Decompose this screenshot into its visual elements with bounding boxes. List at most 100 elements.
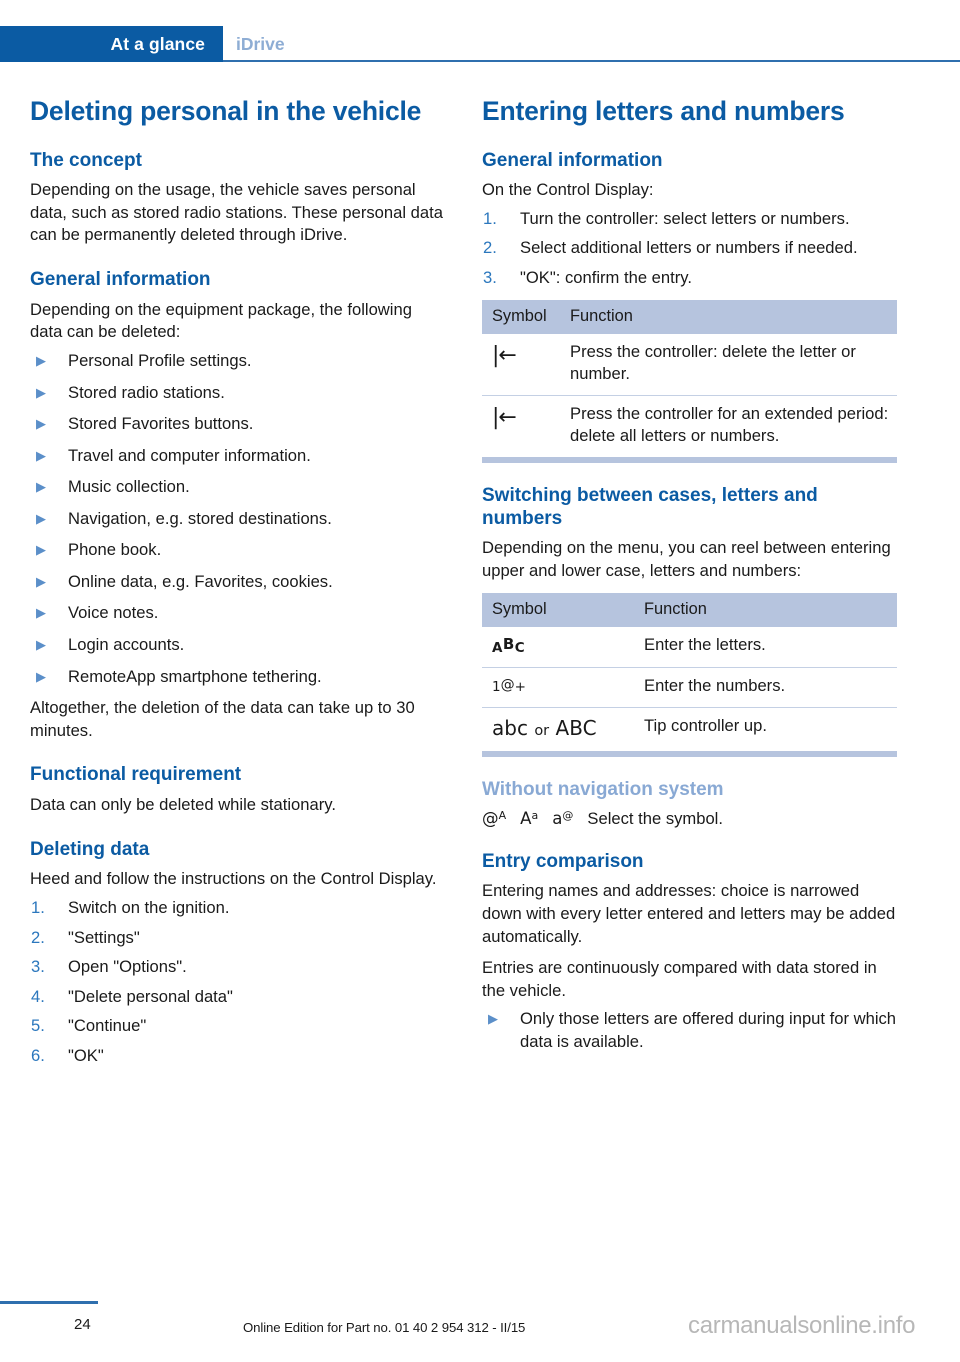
step-label: Switch on the ignition.: [68, 897, 230, 917]
step-number: 5.: [31, 1016, 45, 1036]
triangle-bullet-icon: ▶: [36, 447, 46, 463]
heading-general-information: General information: [30, 269, 211, 291]
table-row: abc or ABC Tip controller up.: [482, 706, 897, 751]
step-number: 6.: [31, 1045, 45, 1065]
list-item-label: Personal Profile settings.: [68, 350, 252, 370]
list-item-label: Phone book.: [68, 540, 162, 560]
symbol-function-table-cases: Symbol Function ABC Enter the letters. 1…: [482, 592, 897, 757]
list-item: ▶ Online data, e.g. Favorites, cookies.: [30, 571, 445, 594]
entering-steps: 1. Turn the controller: select letters or…: [482, 208, 897, 290]
left-column: Deleting personal in the vehicle The con…: [30, 96, 445, 1074]
tab-idrive[interactable]: iDrive: [236, 26, 285, 62]
list-item-label: Stored radio stations.: [68, 382, 225, 402]
triangle-bullet-icon: ▶: [488, 1011, 498, 1027]
list-item-label: RemoteApp smartphone tethering.: [68, 666, 322, 686]
table-footer-rule: [482, 750, 897, 757]
list-item-label: Music collection.: [68, 477, 190, 497]
deleting-data-steps: 1. Switch on the ignition. 2. "Settings" 3…: [30, 897, 445, 1067]
list-item-label: Only those letters are offered during in…: [520, 1009, 897, 1051]
numbers-symbols-icon: 1@+: [482, 667, 634, 708]
list-item: 6. "OK": [30, 1045, 445, 1068]
paragraph-control-display: On the Control Display:: [482, 180, 654, 200]
triangle-bullet-icon: ▶: [36, 668, 46, 684]
backspace-icon: |←: [482, 394, 560, 457]
list-item: ▶ Only those letters are offered during i…: [482, 1008, 897, 1053]
step-label: Turn the controller: select letters or n…: [520, 208, 850, 228]
list-item: 1. Turn the controller: select letters or…: [482, 208, 897, 231]
paragraph-entry-comparison-1: Entering names and addresses: choice is …: [482, 881, 896, 946]
footer-note: Online Edition for Part no. 01 40 2 954 …: [243, 1320, 526, 1335]
page-title-left: Deleting personal in the vehicle: [30, 96, 422, 126]
step-number: 1.: [31, 897, 45, 917]
triangle-bullet-icon: ▶: [36, 542, 46, 558]
list-item: 3. "OK": confirm the entry.: [482, 267, 897, 290]
list-item: ▶ Stored Favorites buttons.: [30, 413, 445, 436]
step-label: Open "Options".: [68, 957, 187, 977]
triangle-bullet-icon: ▶: [36, 479, 46, 495]
step-number: 1.: [483, 208, 497, 228]
header-tabbar: At a glance iDrive: [0, 26, 960, 62]
list-item: 2. "Settings": [30, 927, 445, 950]
step-number: 3.: [483, 268, 497, 288]
list-item: ▶ Navigation, e.g. stored destinations.: [30, 508, 445, 531]
table-row: ABC Enter the letters.: [482, 627, 897, 668]
tab-at-a-glance[interactable]: At a glance: [0, 26, 223, 62]
case-toggle-icon: abc or ABC: [482, 706, 634, 751]
list-item: 4. "Delete personal data": [30, 986, 445, 1009]
list-item-label: Voice notes.: [68, 603, 159, 623]
table-row: 1@+ Enter the numbers.: [482, 667, 897, 708]
table-row: |← Press the controller for an extended …: [482, 394, 897, 457]
page-number: 24: [74, 1316, 91, 1333]
paragraph-the-concept: Depending on the usage, the vehicle save…: [30, 180, 443, 245]
without-nav-label: Select the symbol.: [587, 808, 723, 828]
page-title-right: Entering letters and numbers: [482, 96, 845, 126]
list-item: 2. Select additional letters or numbers i…: [482, 237, 897, 260]
paragraph-deleting-data-intro: Heed and follow the instructions on the …: [30, 869, 437, 889]
heading-deleting-data: Deleting data: [30, 838, 150, 860]
list-item: 5. "Continue": [30, 1015, 445, 1038]
list-item: ▶ Login accounts.: [30, 634, 445, 657]
step-label: "Settings": [68, 927, 140, 947]
step-label: "OK": confirm the entry.: [520, 268, 692, 288]
column-header-function: Function: [634, 592, 897, 627]
table-row: |← Press the controller: delete the lett…: [482, 334, 897, 396]
without-nav-symbol-row: @A Aa a@ Select the symbol.: [482, 809, 897, 829]
triangle-bullet-icon: ▶: [36, 573, 46, 589]
triangle-bullet-icon: ▶: [36, 637, 46, 652]
step-label: "Delete personal data": [68, 986, 233, 1006]
at-uppercase-icon: @A: [482, 808, 507, 828]
list-item: ▶ Phone book.: [30, 539, 445, 562]
footer-rule: [0, 1301, 98, 1304]
table-cell-function: Tip controller up.: [634, 706, 897, 751]
paragraph-functional-requirement: Data can only be deleted while stationar…: [30, 795, 336, 815]
step-label: "OK": [68, 1045, 104, 1065]
uppercase-lowercase-icon: Aa: [520, 808, 539, 828]
step-number: 2.: [31, 927, 45, 947]
paragraph-switching-intro: Depending on the menu, you can reel betw…: [482, 538, 891, 580]
step-label: Select additional letters or numbers if …: [520, 238, 858, 258]
header-divider: [223, 60, 960, 62]
backspace-icon: |←: [492, 342, 517, 368]
list-item-label: Navigation, e.g. stored destinations.: [68, 508, 332, 528]
list-item: 3. Open "Options".: [30, 956, 445, 979]
triangle-bullet-icon: ▶: [36, 605, 46, 621]
list-item: ▶ RemoteApp smartphone tethering.: [30, 666, 445, 689]
table-header-row: Symbol Function: [482, 299, 897, 334]
table-cell-function: Enter the numbers.: [634, 667, 897, 708]
triangle-bullet-icon: ▶: [36, 384, 46, 400]
column-header-symbol: Symbol: [482, 592, 634, 627]
right-column: Entering letters and numbers General inf…: [482, 96, 897, 1062]
paragraph-entry-comparison-2: Entries are continuously compared with d…: [482, 958, 877, 1000]
triangle-bullet-icon: ▶: [36, 510, 46, 526]
paragraph-general-information-intro: Depending on the equipment package, the …: [30, 299, 412, 342]
list-item: ▶ Travel and computer information.: [30, 445, 445, 468]
table-cell-function: Press the controller for an extended per…: [560, 394, 897, 457]
list-item-label: Login accounts.: [68, 635, 185, 654]
symbol-function-table-delete: Symbol Function |← Press the controller:…: [482, 299, 897, 463]
step-number: 2.: [483, 238, 497, 258]
heading-general-information-right: General information: [482, 149, 663, 171]
table-cell-function: Enter the letters.: [644, 634, 766, 654]
list-item: ▶ Voice notes.: [30, 602, 445, 625]
deletable-data-list: ▶ Personal Profile settings. ▶ Stored radi…: [30, 350, 445, 688]
list-item: ▶ Music collection.: [30, 476, 445, 499]
